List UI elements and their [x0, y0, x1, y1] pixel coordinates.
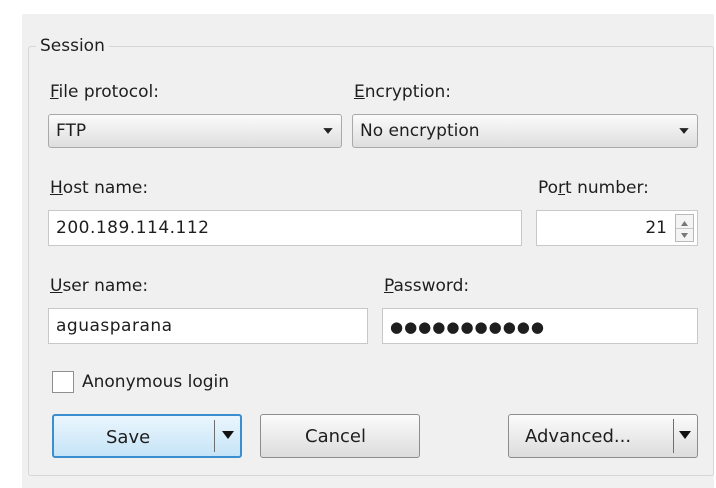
chevron-down-icon[interactable]: [677, 415, 693, 457]
advanced-button[interactable]: Advanced...: [508, 414, 698, 458]
cancel-button[interactable]: Cancel: [260, 414, 420, 458]
host-name-input[interactable]: 200.189.114.112: [48, 210, 522, 246]
chevron-down-icon: [323, 128, 333, 134]
host-name-value: 200.189.114.112: [56, 218, 210, 238]
cancel-button-label: Cancel: [305, 426, 366, 447]
session-group-title: Session: [36, 36, 109, 56]
password-label: Password:: [384, 276, 469, 296]
port-number-label-text: t number:: [565, 178, 649, 198]
password-label-mnemonic: P: [384, 276, 394, 296]
file-protocol-label-mnemonic: F: [50, 82, 59, 102]
port-number-label-mnemonic: r: [558, 178, 566, 198]
port-number-value: 21: [645, 218, 667, 238]
anonymous-login-label[interactable]: Anonymous login: [82, 372, 229, 392]
session-group: [28, 46, 714, 476]
advanced-button-label: Advanced...: [525, 426, 632, 447]
encryption-label-mnemonic: E: [354, 82, 365, 102]
file-protocol-select[interactable]: FTP: [48, 114, 342, 148]
file-protocol-value: FTP: [56, 121, 87, 141]
advanced-split-divider: [673, 419, 674, 453]
save-button-label: Save: [106, 427, 151, 448]
anonymous-login-checkbox[interactable]: [52, 371, 74, 393]
file-protocol-label: File protocol:: [50, 82, 159, 102]
password-label-text: assword:: [393, 276, 470, 296]
user-name-input[interactable]: aguasparana: [48, 308, 368, 344]
port-increment-button[interactable]: [676, 215, 693, 229]
port-number-label: Port number:: [538, 178, 649, 198]
chevron-down-icon[interactable]: [220, 416, 236, 456]
save-split-divider: [214, 420, 215, 452]
port-decrement-button[interactable]: [676, 228, 693, 241]
user-name-label-text: ser name:: [62, 276, 149, 296]
host-name-label-mnemonic: H: [50, 178, 63, 198]
user-name-label-mnemonic: U: [50, 276, 63, 296]
user-name-value: aguasparana: [56, 316, 173, 336]
port-number-stepper[interactable]: 21: [536, 210, 698, 246]
chevron-down-icon: [681, 233, 688, 238]
password-value: ●●●●●●●●●●●: [390, 318, 545, 336]
password-input[interactable]: ●●●●●●●●●●●: [382, 308, 698, 344]
encryption-label: Encryption:: [354, 82, 451, 102]
user-name-label: User name:: [50, 276, 148, 296]
encryption-value: No encryption: [360, 121, 480, 141]
encryption-select[interactable]: No encryption: [352, 114, 698, 148]
encryption-label-text: ncryption:: [364, 82, 452, 102]
host-name-label-text: ost name:: [62, 178, 149, 198]
save-button[interactable]: Save: [52, 414, 242, 458]
port-number-label-prefix: Po: [538, 178, 559, 198]
file-protocol-label-text: ile protocol:: [58, 82, 159, 102]
chevron-down-icon: [679, 128, 689, 134]
host-name-label: Host name:: [50, 178, 148, 198]
port-spin-buttons: [675, 214, 694, 242]
